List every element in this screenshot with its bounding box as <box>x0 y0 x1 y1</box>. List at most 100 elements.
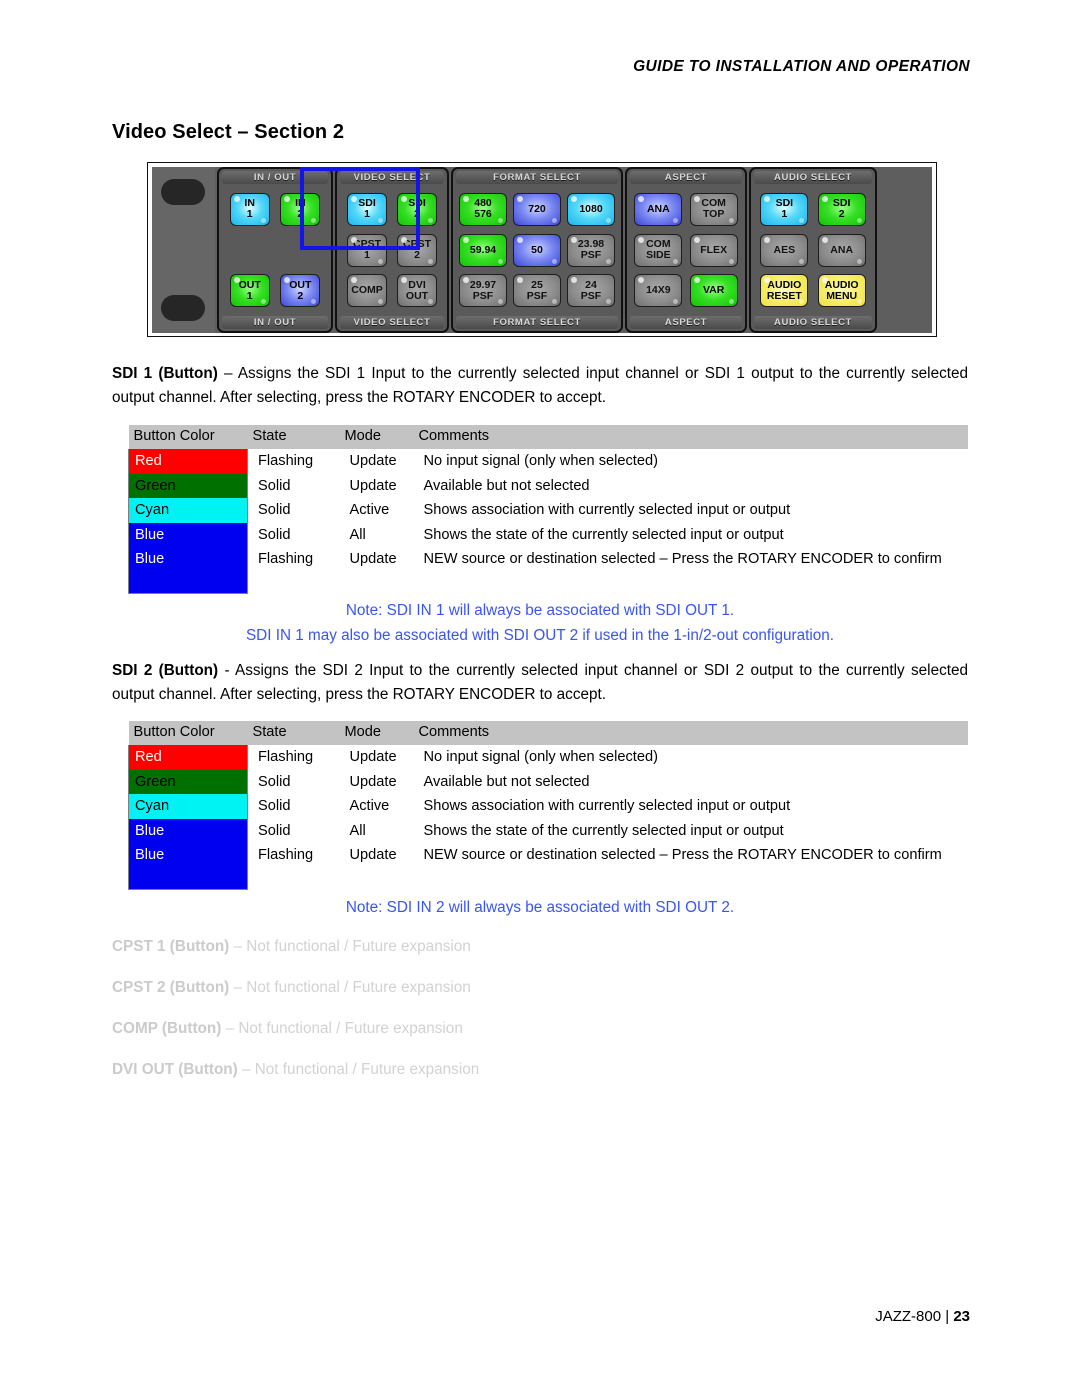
panel-button-audio-menu[interactable]: AUDIO MENU <box>817 274 866 308</box>
panel-button-dvi-out[interactable]: DVI OUT <box>397 274 437 308</box>
panel-button-25-psf[interactable]: 25 PSF <box>513 274 561 308</box>
page-title: Video Select – Section 2 <box>112 121 345 143</box>
button-line2: 2 <box>838 208 845 221</box>
group-label-video-select-top: VIDEO SELECT <box>340 171 444 184</box>
panel-button-ana-aspect[interactable]: ANA <box>634 192 683 226</box>
panel-button-720[interactable]: 720 <box>513 192 561 226</box>
button-line1: ANA <box>830 243 854 256</box>
panel-button-com-side[interactable]: COM SIDE <box>634 233 683 267</box>
cell-mode: Update <box>349 551 397 567</box>
button-line1: 720 <box>528 202 546 215</box>
button-line1: AES <box>773 243 796 256</box>
cell-state: Flashing <box>258 453 314 469</box>
group-label-in-out-bottom: IN / OUT <box>222 316 328 329</box>
cell-state: Solid <box>258 822 291 839</box>
panel-button-video-sdi-2[interactable]: SDI 2 <box>397 192 437 226</box>
color-swatch-cyan: Cyan <box>128 794 248 819</box>
panel-button-cpst-2[interactable]: CPST 2 <box>397 233 437 267</box>
panel-button-59-94[interactable]: 59.94 <box>459 233 507 267</box>
cell-comment: Shows the state of the currently selecte… <box>423 526 784 543</box>
cell-comment: NEW source or destination selected – Pre… <box>423 847 942 863</box>
button-line1: 59.94 <box>469 243 497 256</box>
col-mode: Mode <box>339 721 414 745</box>
panel-button-ana-audio[interactable]: ANA <box>817 233 866 267</box>
table-row: Green Solid Update Available but not sel… <box>128 473 968 498</box>
button-line1: 50 <box>531 243 543 256</box>
col-mode: Mode <box>339 425 414 449</box>
color-swatch-blue-solid: Blue <box>128 818 248 843</box>
state-table-sdi1: Button Color State Mode Comments Red Fla… <box>128 425 968 594</box>
cell-comment: Shows association with currently selecte… <box>423 798 791 814</box>
table-row: Green Solid Update Available but not sel… <box>128 769 968 794</box>
button-line2: 1 <box>364 208 370 221</box>
panel-button-in-2[interactable]: IN 2 <box>280 192 321 226</box>
footer-model: JAZZ-800 <box>875 1308 942 1325</box>
panel-button-var[interactable]: VAR <box>689 274 738 308</box>
sdi2-dash: - <box>218 662 236 679</box>
button-line2: OUT <box>405 289 429 302</box>
group-label-video-select-bottom: VIDEO SELECT <box>340 316 444 329</box>
table-row: Cyan Solid Active Shows association with… <box>128 498 968 523</box>
future-text: – Not functional / Future expansion <box>237 1061 480 1078</box>
button-line1: 14X9 <box>646 284 671 297</box>
group-label-audio-select-top: AUDIO SELECT <box>754 171 872 184</box>
future-expansion-cpst2: CPST 2 (Button) – Not functional / Futur… <box>112 977 471 999</box>
button-line2: 2 <box>414 208 420 221</box>
panel-button-in-1[interactable]: IN 1 <box>229 192 270 226</box>
panel-button-comp[interactable]: COMP <box>347 274 387 308</box>
panel-button-audio-sdi-2[interactable]: SDI 2 <box>817 192 866 226</box>
panel-button-1080[interactable]: 1080 <box>567 192 615 226</box>
sdi1-text: Assigns the SDI 1 Input to the currently… <box>112 365 968 406</box>
panel-button-480-576[interactable]: 480 576 <box>459 192 507 226</box>
panel-button-com-top[interactable]: COM TOP <box>689 192 738 226</box>
cell-state: Solid <box>258 526 291 543</box>
button-line1: VAR <box>702 284 725 297</box>
button-line1: COMP <box>351 284 383 297</box>
col-button-color: Button Color <box>128 721 248 745</box>
button-groups: IN / OUT IN 1 IN 2 OUT 1 OUT 2 IN / OUT … <box>217 167 932 333</box>
panel-button-out-1[interactable]: OUT 1 <box>229 274 270 308</box>
panel-button-24-psf[interactable]: 24 PSF <box>567 274 615 308</box>
table-row: Blue Flashing Update NEW source or desti… <box>128 547 968 594</box>
panel-button-29-97-psf[interactable]: 29.97 PSF <box>459 274 507 308</box>
button-line2: PSF <box>580 249 602 261</box>
color-swatch-blue-flashing: Blue <box>128 547 248 594</box>
panel-button-blank-1 <box>229 233 270 267</box>
group-in-out: IN / OUT IN 1 IN 2 OUT 1 OUT 2 IN / OUT <box>217 167 333 333</box>
sdi2-text: Assigns the SDI 2 Input to the currently… <box>112 662 968 703</box>
future-text: – Not functional / Future expansion <box>221 1020 463 1037</box>
panel-button-flex[interactable]: FLEX <box>689 233 738 267</box>
panel-button-out-2[interactable]: OUT 2 <box>280 274 321 308</box>
button-line1: FLEX <box>700 243 728 256</box>
group-label-format-select-top: FORMAT SELECT <box>456 171 618 184</box>
cell-mode: Active <box>349 798 390 814</box>
table-row: Red Flashing Update No input signal (onl… <box>128 449 968 474</box>
group-aspect: ASPECT ANA COM TOP COM SIDE FLEX 14X9 VA… <box>625 167 747 333</box>
panel-button-23-98-psf[interactable]: 23.98 PSF <box>567 233 615 267</box>
button-line2: PSF <box>526 289 548 302</box>
col-comments: Comments <box>413 425 968 449</box>
cell-comment: NEW source or destination selected – Pre… <box>423 551 942 567</box>
color-swatch-green: Green <box>128 473 248 498</box>
button-line2: 2 <box>297 208 304 221</box>
sdi1-dash: – <box>217 365 238 382</box>
mounting-hole-top-icon <box>161 179 205 205</box>
panel-button-audio-reset[interactable]: AUDIO RESET <box>760 274 809 308</box>
panel-button-audio-sdi-1[interactable]: SDI 1 <box>760 192 809 226</box>
sdi1-description: SDI 1 (Button) – Assigns the SDI 1 Input… <box>112 362 968 410</box>
panel-button-video-sdi-1[interactable]: SDI 1 <box>347 192 387 226</box>
future-label: CPST 1 (Button) <box>112 938 230 955</box>
future-expansion-comp: COMP (Button) – Not functional / Future … <box>112 1018 463 1040</box>
panel-button-cpst-1[interactable]: CPST 1 <box>347 233 387 267</box>
panel-button-aes[interactable]: AES <box>760 233 809 267</box>
panel-button-50[interactable]: 50 <box>513 233 561 267</box>
panel-button-14x9[interactable]: 14X9 <box>634 274 683 308</box>
col-state: State <box>247 721 340 745</box>
col-button-color: Button Color <box>128 425 248 449</box>
button-line2: 1 <box>246 289 253 302</box>
color-swatch-blue-flashing: Blue <box>128 843 248 890</box>
cell-mode: Update <box>349 773 397 790</box>
group-format-select: FORMAT SELECT 480 576 720 1080 59.94 50 … <box>451 167 623 333</box>
cell-comment: Available but not selected <box>423 477 590 494</box>
sdi2-description: SDI 2 (Button) - Assigns the SDI 2 Input… <box>112 659 968 707</box>
